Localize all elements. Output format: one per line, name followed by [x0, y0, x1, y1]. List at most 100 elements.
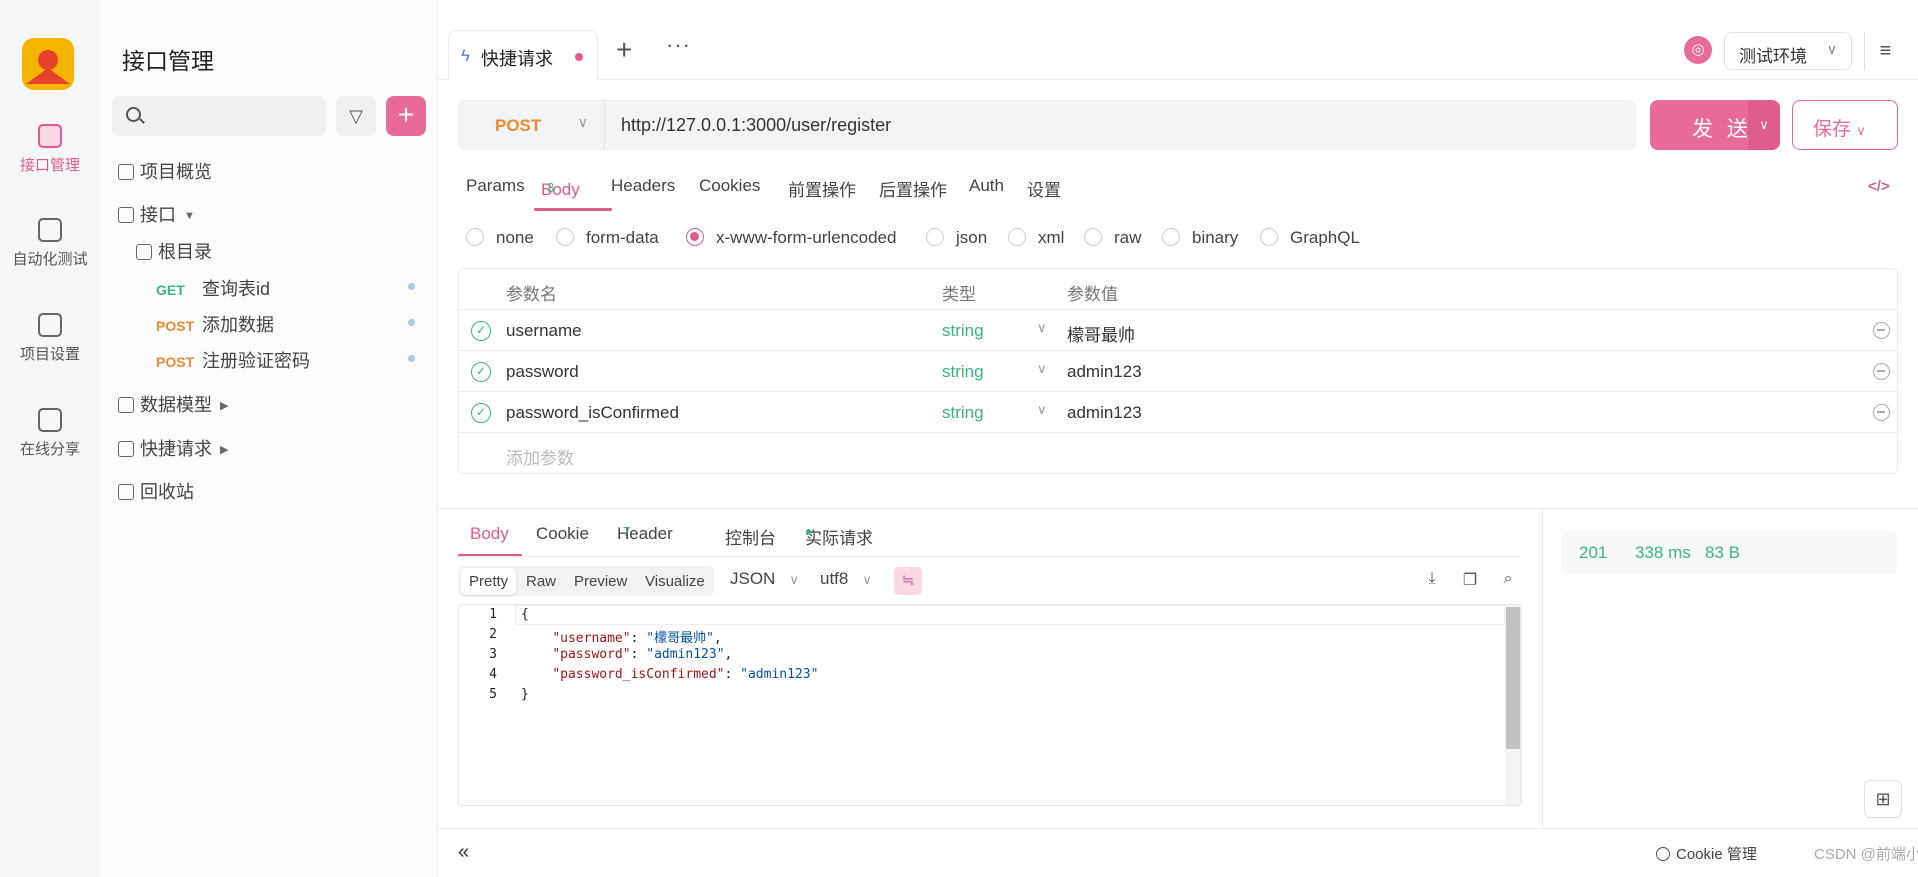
- format-raw[interactable]: Raw: [526, 573, 556, 590]
- tab-headers[interactable]: Headers: [611, 176, 675, 196]
- copy-icon[interactable]: ❐: [1460, 570, 1480, 590]
- filter-button[interactable]: ▽: [336, 96, 376, 136]
- chevron-down-icon[interactable]: ∨: [1037, 361, 1047, 377]
- tree-item-label: 快捷请求: [140, 439, 212, 459]
- json-value: "檬哥最帅": [646, 631, 714, 646]
- line-number: 3: [489, 647, 497, 662]
- tab-quick-request[interactable]: ϟ 快捷请求: [448, 30, 598, 80]
- radio-icon: [556, 228, 574, 246]
- tab-cookies[interactable]: Cookies: [699, 176, 760, 196]
- param-type[interactable]: string: [942, 321, 984, 341]
- format-visualize[interactable]: Visualize: [645, 573, 705, 590]
- format-group: Pretty Raw Preview Visualize: [458, 566, 714, 596]
- tree-item-quick[interactable]: 快捷请求 ▶: [118, 435, 228, 461]
- add-param-input[interactable]: 添加参数: [506, 444, 574, 469]
- param-type[interactable]: string: [942, 362, 984, 382]
- tree-item-models[interactable]: 数据模型 ▶: [118, 391, 228, 417]
- radio-raw[interactable]: raw: [1084, 228, 1141, 248]
- search-input[interactable]: [112, 96, 326, 136]
- tab-params[interactable]: Params: [466, 176, 525, 196]
- rail-item-settings[interactable]: 项目设置: [0, 313, 100, 364]
- scrollbar-thumb[interactable]: [1506, 607, 1520, 749]
- code-icon[interactable]: </>: [1868, 178, 1890, 195]
- active-tab-indicator: [534, 208, 612, 211]
- menu-button[interactable]: ≡: [1864, 32, 1906, 70]
- param-type[interactable]: string: [942, 403, 984, 423]
- check-icon[interactable]: ✓: [471, 321, 491, 341]
- param-name[interactable]: password: [506, 362, 579, 382]
- param-value[interactable]: admin123: [1067, 362, 1142, 382]
- tab-post-ops[interactable]: 后置操作: [879, 176, 947, 201]
- chevron-down-icon[interactable]: ∨: [1037, 320, 1047, 336]
- app-logo: [22, 38, 74, 90]
- cube-icon: [118, 397, 134, 413]
- radio-icon: [1084, 228, 1102, 246]
- format-preview[interactable]: Preview: [574, 573, 627, 590]
- save-button[interactable]: 保存 ∨: [1792, 100, 1898, 150]
- code-line: }: [521, 687, 529, 702]
- scrollbar[interactable]: [1505, 605, 1521, 805]
- radio-graphql[interactable]: GraphQL: [1260, 228, 1360, 248]
- status-box: 201 338 ms 83 B: [1561, 531, 1897, 575]
- more-icon[interactable]: ···: [666, 32, 691, 58]
- param-name[interactable]: username: [506, 321, 582, 341]
- param-name[interactable]: password_isConfirmed: [506, 403, 679, 423]
- radio-icon: [466, 228, 484, 246]
- cookie-manager-button[interactable]: Cookie 管理: [1656, 843, 1757, 864]
- env-select[interactable]: 测试环境 ∨: [1724, 32, 1852, 70]
- param-value[interactable]: 檬哥最帅: [1067, 321, 1135, 346]
- remove-icon[interactable]: [1873, 363, 1890, 380]
- rail-item-test[interactable]: 自动化测试: [0, 218, 100, 269]
- download-icon[interactable]: ⤓: [1422, 570, 1442, 590]
- collapse-icon[interactable]: «: [458, 841, 469, 864]
- tree-item-label: 项目概览: [140, 162, 212, 182]
- tab-pre-ops[interactable]: 前置操作: [788, 176, 856, 201]
- new-tab-button[interactable]: +: [616, 34, 632, 66]
- tab-console[interactable]: 控制台: [725, 524, 776, 549]
- endpoint-item[interactable]: POST 添加数据: [156, 311, 274, 337]
- tab-settings[interactable]: 设置: [1027, 176, 1061, 201]
- radio-json[interactable]: json: [926, 228, 987, 248]
- add-button[interactable]: +: [386, 96, 426, 136]
- response-time: 338 ms: [1635, 543, 1691, 562]
- radio-none[interactable]: none: [466, 228, 534, 248]
- radio-binary[interactable]: binary: [1162, 228, 1238, 248]
- endpoint-item[interactable]: POST 注册验证密码: [156, 347, 310, 373]
- radio-form-data[interactable]: form-data: [556, 228, 659, 248]
- method-select[interactable]: POST ∨: [459, 101, 605, 149]
- remove-icon[interactable]: [1873, 404, 1890, 421]
- tab-resp-body[interactable]: Body: [470, 524, 509, 544]
- check-icon[interactable]: ✓: [471, 403, 491, 423]
- encoding-select[interactable]: utf8 ∨: [820, 569, 872, 589]
- endpoint-item[interactable]: GET 查询表id: [156, 275, 270, 301]
- format-pretty[interactable]: Pretty: [461, 568, 517, 595]
- remove-icon[interactable]: [1873, 322, 1890, 339]
- divider: [458, 556, 1520, 557]
- rail-item-label: 在线分享: [19, 441, 80, 458]
- radio-label: x-www-form-urlencoded: [716, 228, 897, 247]
- response-editor[interactable]: 1 { 2 "username": "檬哥最帅", 3 "password": …: [458, 604, 1522, 806]
- send-button[interactable]: 发 送 ∨: [1650, 100, 1780, 150]
- search-icon[interactable]: ⌕: [1498, 570, 1518, 590]
- wrap-icon[interactable]: ≒: [894, 567, 922, 595]
- param-value[interactable]: admin123: [1067, 403, 1142, 423]
- check-icon[interactable]: ✓: [471, 362, 491, 382]
- url-input[interactable]: http://127.0.0.1:3000/user/register: [621, 115, 891, 136]
- lang-select[interactable]: JSON ∨: [730, 569, 799, 589]
- chevron-down-icon[interactable]: ∨: [1748, 100, 1780, 150]
- env-icon[interactable]: ◎: [1684, 36, 1712, 64]
- tree-item-overview[interactable]: 项目概览: [118, 158, 212, 184]
- layout-icon[interactable]: ⊞: [1864, 780, 1902, 818]
- table-row: 添加参数: [459, 433, 1899, 474]
- rail-item-share[interactable]: 在线分享: [0, 408, 100, 459]
- tree-item-trash[interactable]: 回收站: [118, 478, 194, 504]
- radio-urlencoded[interactable]: x-www-form-urlencoded: [686, 228, 896, 248]
- tree-item-root[interactable]: 根目录: [136, 238, 212, 264]
- line-number: 1: [489, 607, 497, 622]
- tab-auth[interactable]: Auth: [969, 176, 1004, 196]
- tree-item-api[interactable]: 接口 ▼: [118, 201, 195, 227]
- tab-resp-cookie[interactable]: Cookie: [536, 524, 589, 544]
- radio-xml[interactable]: xml: [1008, 228, 1064, 248]
- chevron-down-icon[interactable]: ∨: [1037, 402, 1047, 418]
- rail-item-api[interactable]: 接口管理: [0, 124, 100, 175]
